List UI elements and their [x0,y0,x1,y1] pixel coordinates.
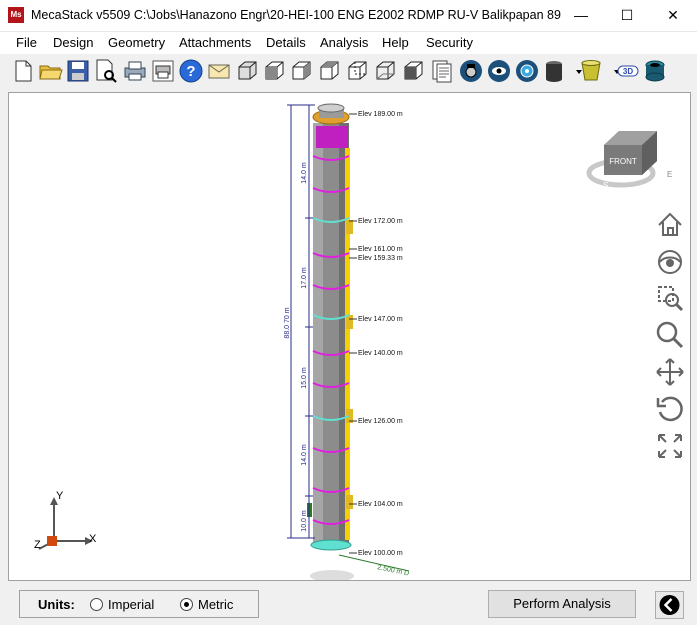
svg-text:E: E [667,170,672,179]
back-arrow-icon [659,595,680,615]
menu-geometry[interactable]: Geometry [108,35,165,50]
axes-triad: Y X Z [34,490,97,551]
close-button[interactable]: ✕ [650,0,696,31]
home-view-icon[interactable] [654,209,686,241]
open-folder-icon[interactable] [38,58,64,84]
diameter-label: 2.500 m D [377,564,410,578]
elevation-label: Elev 161.00 m [358,246,403,253]
ladder [345,148,350,540]
elevation-label: Elev 172.00 m [358,218,403,225]
view-cube-6-icon[interactable] [372,58,398,84]
model-viewport[interactable]: 88.0 70 m 14.0 m 17.0 m 15.0 m 14.0 m 10… [8,92,691,581]
menu-bar: File Design Geometry Attachments Details… [0,32,697,54]
view-cube[interactable]: FRONT S E [586,131,672,190]
svg-text:X: X [89,533,97,545]
elevation-label: Elev 140.00 m [358,350,403,357]
back-button[interactable] [655,591,684,619]
menu-attachments[interactable]: Attachments [179,35,251,50]
base-ring [310,539,352,551]
segment-5-label: 10.0 m [301,510,308,532]
view-cube-7-icon[interactable] [400,58,426,84]
bucket-icon[interactable] [578,58,604,84]
report-icon[interactable] [428,58,454,84]
elevation-label: Elev 104.00 m [358,501,403,508]
orbit-icon[interactable] [514,58,540,84]
stack-model-drawing: 88.0 70 m 14.0 m 17.0 m 15.0 m 14.0 m 10… [34,103,672,580]
svg-text:?: ? [186,63,195,80]
help-icon[interactable]: ? [178,58,204,84]
elevation-label: Elev 189.00 m [358,111,403,118]
window-title: MecaStack v5509 C:\Jobs\Hanazono Engr\20… [31,8,561,22]
view-cube-front-label: FRONT [609,157,637,166]
3d-view-icon[interactable]: 3D [615,58,641,84]
menu-help[interactable]: Help [382,35,409,50]
top-band [316,126,348,148]
dropdown-arrow-icon[interactable] [604,58,620,84]
eye-rotate-icon[interactable] [486,58,512,84]
metric-radio[interactable] [180,598,193,611]
new-file-icon[interactable] [10,58,36,84]
print-icon[interactable] [122,58,148,84]
menu-design[interactable]: Design [53,35,93,50]
segment-4-label: 14.0 m [301,444,308,466]
dropdown-arrow-icon[interactable] [566,58,582,84]
view-cube-5-icon[interactable] [344,58,370,84]
imperial-radio[interactable] [90,598,103,611]
segment-2-label: 17.0 m [301,267,308,289]
maximize-button[interactable]: ☐ [604,0,650,31]
rotate-icon[interactable] [654,393,686,425]
perform-analysis-button[interactable]: Perform Analysis [488,590,636,618]
svg-text:Y: Y [56,490,64,502]
bottom-bar: Units: Imperial Metric Perform Analysis [0,582,697,625]
print-preview-icon[interactable] [93,58,119,84]
metric-label[interactable]: Metric [198,597,233,612]
units-label: Units: [38,597,75,612]
app-icon: Ms [8,7,24,23]
menu-security[interactable]: Security [426,35,473,50]
stack-model-icon[interactable] [542,58,568,84]
camera-icon[interactable] [458,58,484,84]
view-cube-4-icon[interactable] [316,58,342,84]
elevation-label: Elev 147.00 m [358,316,403,323]
fit-all-icon[interactable] [654,430,686,462]
nozzle-icon[interactable] [642,58,668,84]
elevation-label: Elev 126.00 m [358,418,403,425]
menu-file[interactable]: File [16,35,37,50]
elevation-label: Elev 159.33 m [358,255,403,262]
units-group: Units: Imperial Metric [19,590,259,618]
email-icon[interactable] [206,58,232,84]
toolbar: ? 3D [0,55,697,89]
zoom-window-icon[interactable] [654,282,686,314]
svg-text:3D: 3D [623,67,633,76]
segment-1-label: 14.0 m [301,162,308,184]
view-cube-1-icon[interactable] [234,58,260,84]
print-setup-icon[interactable] [150,58,176,84]
ground-shadow [310,570,354,580]
title-bar: Ms MecaStack v5509 C:\Jobs\Hanazono Engr… [0,0,697,32]
segment-3-label: 15.0 m [301,367,308,389]
menu-details[interactable]: Details [266,35,306,50]
minimize-button[interactable]: — [558,0,604,31]
save-icon[interactable] [65,58,91,84]
elevation-label: Elev 100.00 m [358,550,403,557]
view-cube-3-icon[interactable] [288,58,314,84]
view-cube-2-icon[interactable] [261,58,287,84]
svg-text:Z: Z [34,539,41,551]
total-height-label: 88.0 70 m [284,307,291,338]
svg-text:S: S [603,181,608,190]
zoom-icon[interactable] [654,319,686,351]
menu-analysis[interactable]: Analysis [320,35,368,50]
imperial-label[interactable]: Imperial [108,597,154,612]
pan-icon[interactable] [654,356,686,388]
look-eye-icon[interactable] [654,246,686,278]
